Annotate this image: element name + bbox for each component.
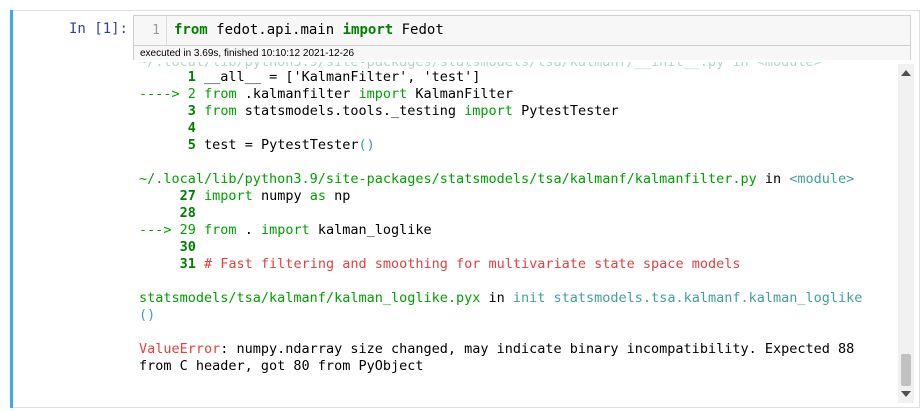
traceback-line: 5 test = PytestTester() (187, 137, 375, 153)
traceback-line: ---> 29 from . import kalman_loglike (139, 222, 432, 238)
code-input-area[interactable]: 1 from fedot.api.main import Fedot execu… (133, 15, 911, 60)
traceback-file-line: ~/.local/lib/python3.9/site-packages/sta… (139, 171, 855, 187)
output-area[interactable]: ~/.local/lib/python3.9/site-packages/sta… (133, 62, 898, 403)
traceback-line: 30 (179, 239, 196, 255)
execution-info: executed in 3.69s, finished 10:10:12 202… (134, 45, 910, 60)
error-message: ValueError: numpy.ndarray size changed, … (139, 341, 855, 357)
keyword-import: import (342, 22, 394, 38)
traceback-line: 4 (187, 120, 196, 136)
line-number: 1 (152, 23, 160, 38)
traceback-file-line: statsmodels/tsa/kalmanf/kalman_loglike.p… (139, 290, 863, 306)
error-message-cont: from C header, got 80 from PyObject (139, 358, 424, 374)
code-line[interactable]: from fedot.api.main import Fedot (174, 16, 444, 45)
output-scrollbar[interactable] (898, 64, 914, 403)
error-type: ValueError (139, 341, 221, 357)
code-name: Fedot (401, 22, 444, 38)
traceback-line: 27 import numpy as np (179, 188, 351, 204)
traceback-file-line-cont: () (139, 307, 156, 323)
scroll-down-icon[interactable] (901, 391, 911, 397)
traceback-line: 28 (179, 205, 196, 221)
scroll-up-icon[interactable] (901, 70, 911, 76)
traceback-line: 3 from statsmodels.tools._testing import… (187, 103, 619, 119)
scrollbar-thumb[interactable] (901, 354, 911, 386)
input-prompt: In [1]: (68, 21, 128, 37)
traceback-line: 31 # Fast filtering and smoothing for mu… (179, 256, 741, 272)
traceback-line: 1 __all__ = ['KalmanFilter', 'test'] (187, 69, 481, 85)
keyword-from: from (174, 22, 208, 38)
code-module: fedot.api.main (216, 22, 335, 38)
traceback-line: ----> 2 from .kalmanfilter import Kalman… (139, 86, 513, 102)
line-number-gutter: 1 (134, 16, 167, 45)
